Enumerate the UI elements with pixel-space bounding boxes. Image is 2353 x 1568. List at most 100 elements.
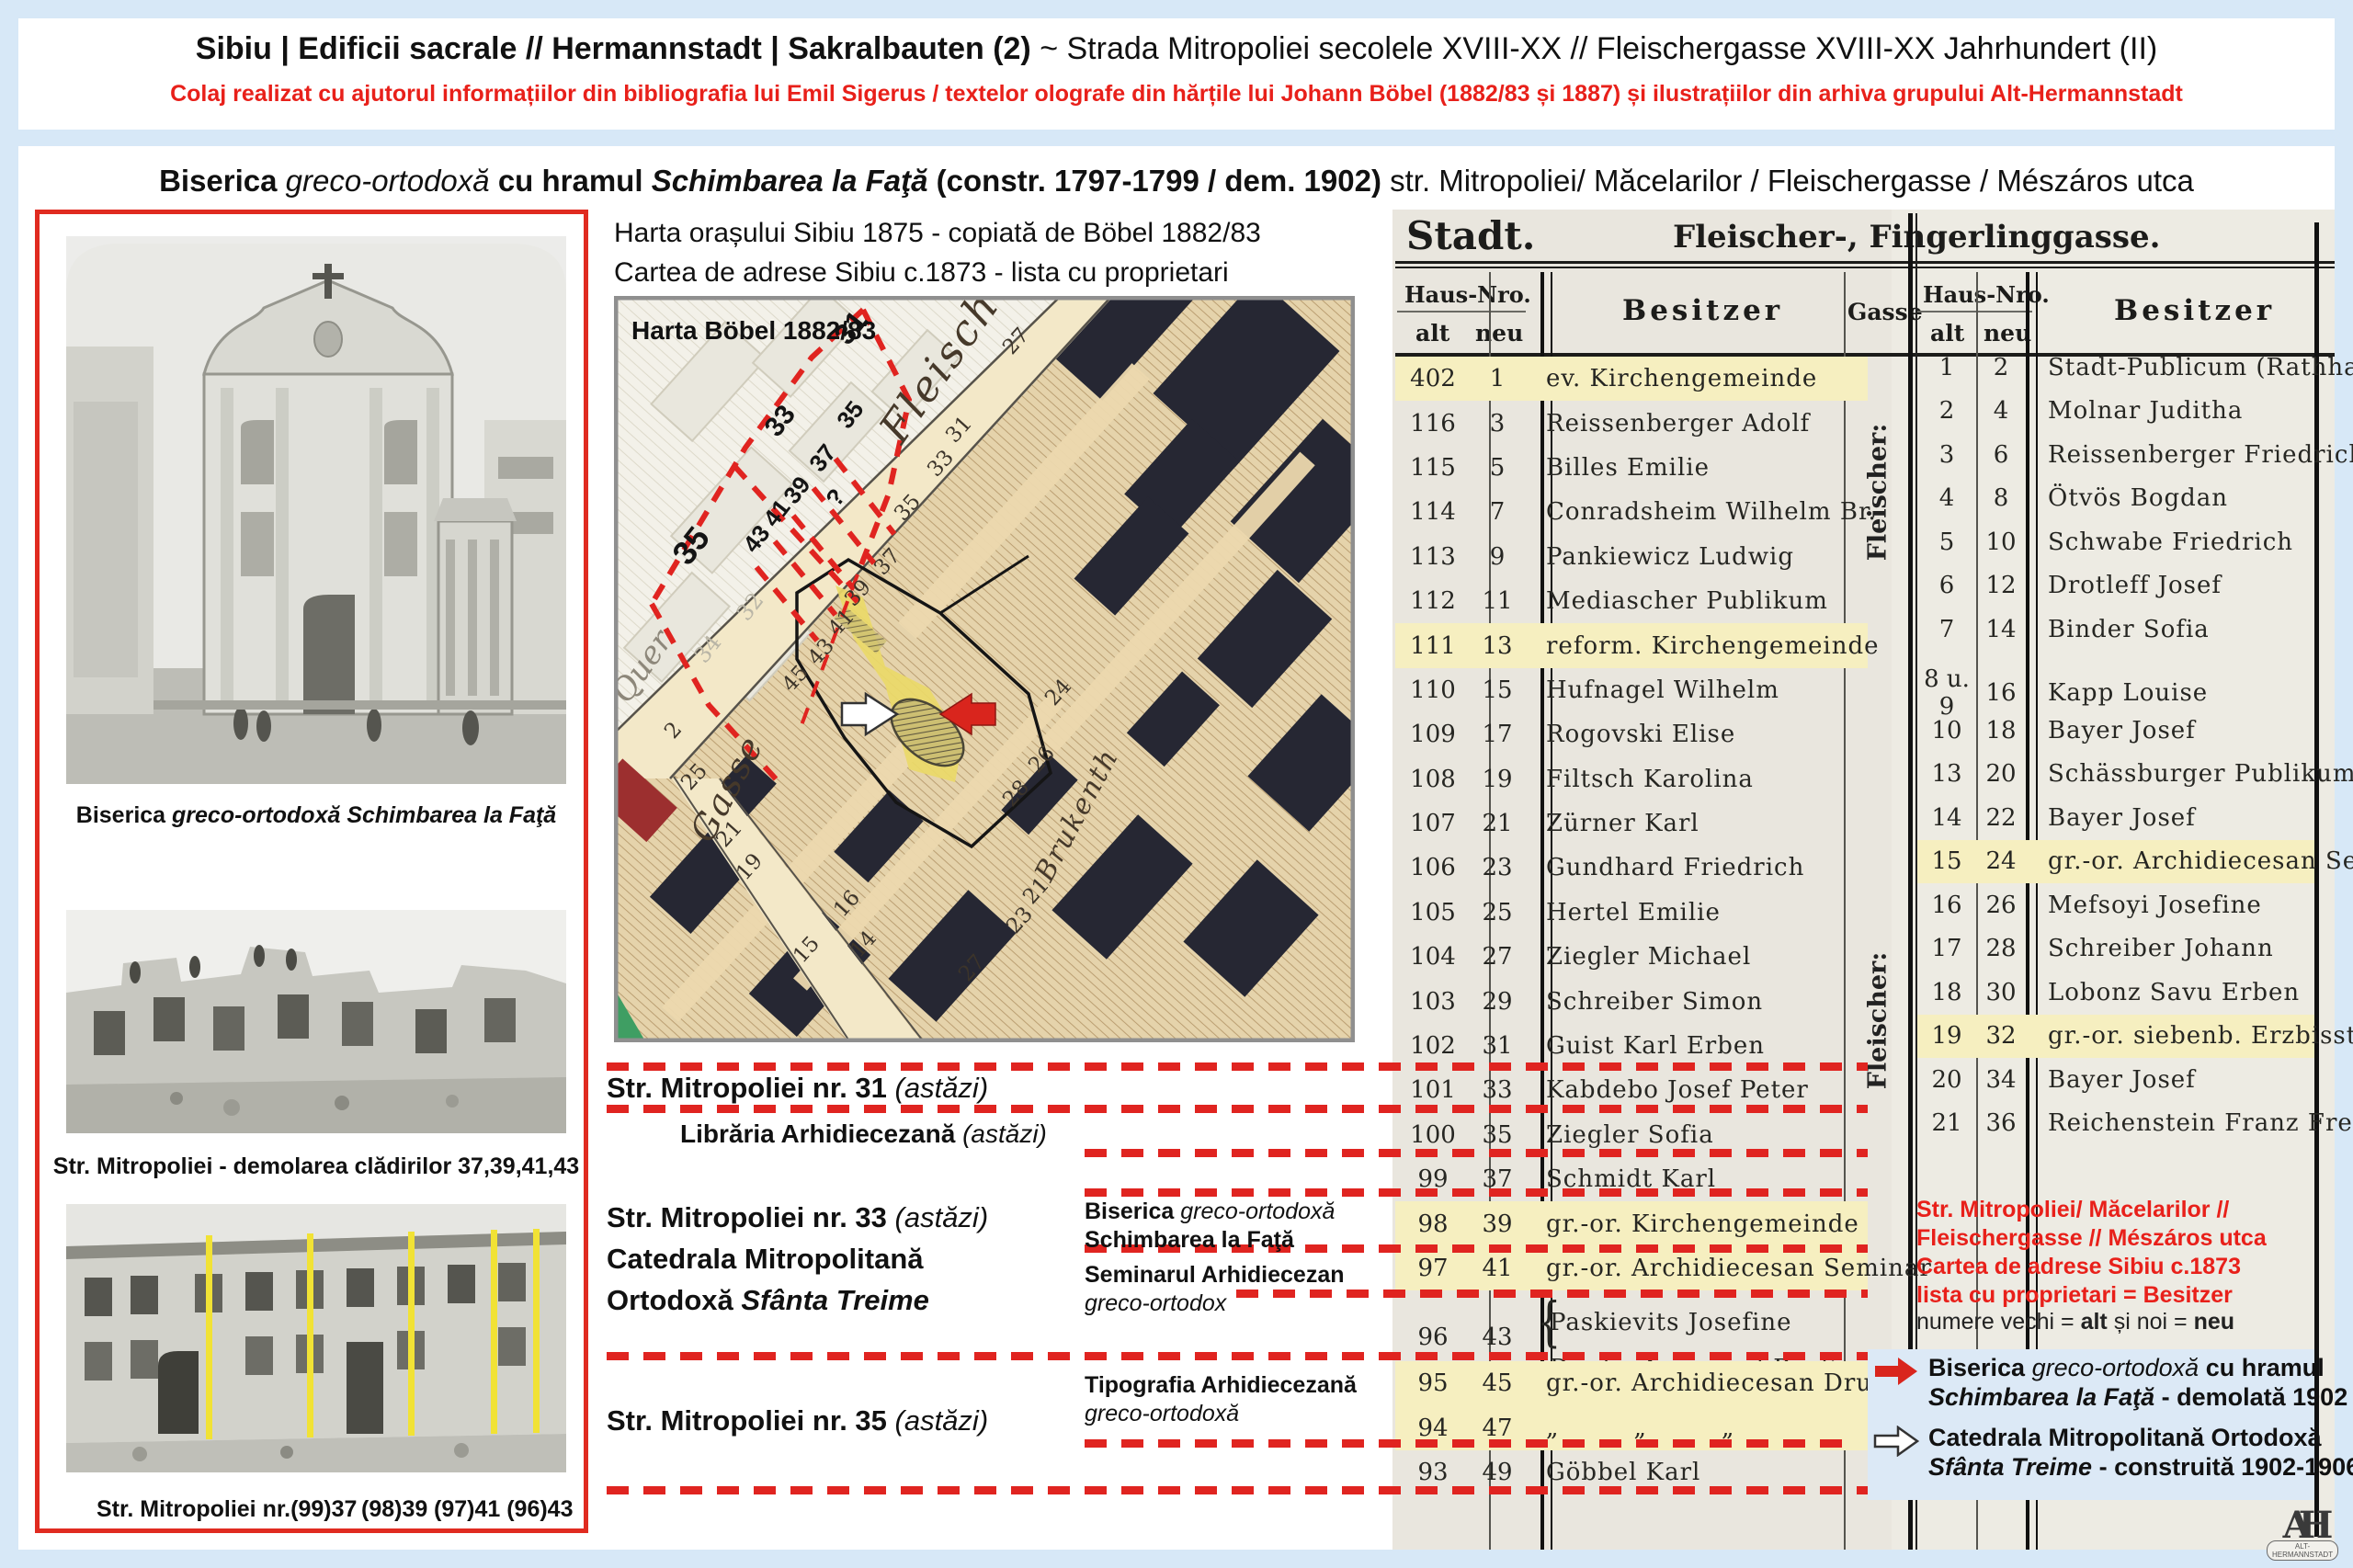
annotation-str31: Str. Mitropoliei nr. 31 (astăzi): [607, 1072, 988, 1105]
house-number-new: 13: [1471, 632, 1524, 660]
dashed-line-35row: [1085, 1149, 1868, 1157]
gasse-vertical-label-1: Fleischer:: [1864, 415, 1893, 571]
table-row: 15 24 gr.-or. Archidiecesan Seminar: [1917, 840, 2314, 884]
table-row: 109 17 Rogovski Elise: [1395, 712, 1868, 756]
table-row: 116 3 Reissenberger Adolf: [1395, 401, 1868, 445]
table-row: 115 5 Billes Emilie: [1395, 446, 1868, 490]
house-number-old: 6: [1917, 572, 1976, 599]
street-names-note: Str. Mitropoliei/ Măcelarilor // Fleisch…: [1916, 1196, 2267, 1310]
map-intro-line2: Cartea de adrese Sibiu c.1873 - lista cu…: [614, 253, 1261, 292]
house-number-old: 93: [1395, 1459, 1471, 1486]
house-number-new: 15: [1471, 676, 1524, 704]
owner-name: Schässburger Publikum: [2026, 760, 2353, 788]
owner-name: Reichenstein Franz Freiherr: [2026, 1109, 2353, 1137]
house-number-new: 23: [1471, 854, 1524, 881]
photo-street-row: [66, 1204, 566, 1472]
annotation-biserica: Biserica greco-ortodoxă Schimbarea la Fa…: [1085, 1198, 1335, 1255]
house-number-new: 5: [1471, 454, 1524, 482]
house-number-new: 47: [1471, 1415, 1524, 1442]
owner-name: Mefsoyi Josefine: [2026, 892, 2314, 919]
owner-name: Zürner Karl: [1524, 810, 1868, 837]
owner-name: Mediascher Publikum: [1524, 587, 1868, 615]
owner-name: „ „ „: [1524, 1415, 1868, 1442]
table-row: 111 13 reform. Kirchengemeinde: [1395, 623, 1868, 667]
house-number-new: 19: [1471, 766, 1524, 793]
photo-church-caption: Biserica greco-ortodoxă Schimbarea la Fa…: [40, 802, 593, 829]
map-intro: Harta orașului Sibiu 1875 - copiată de B…: [614, 213, 1261, 292]
owner-name: Binder Sofia: [2026, 616, 2314, 643]
dashed-line-31-bottom: [607, 1105, 1868, 1113]
house-number-new: 8: [1976, 484, 2026, 512]
house-number-old: 4: [1917, 484, 1976, 512]
house-number-new: 45: [1471, 1369, 1524, 1397]
photo-street-caption: Str. Mitropoliei nr.(99)37 (98)39 (97)41…: [40, 1496, 593, 1529]
house-number-old: 116: [1395, 410, 1471, 437]
table-row: 112 11 Mediascher Publikum: [1395, 579, 1868, 623]
col-hausnro-left: Haus-Nro.: [1404, 281, 1531, 308]
owner-name: Gundhard Friedrich: [1524, 854, 1868, 881]
house-number-new: 35: [1471, 1121, 1524, 1149]
owner-name: gr.-or. Archidiecesan Seminar: [2026, 847, 2353, 875]
table-row: 97 41 gr.-or. Archidiecesan Seminar: [1395, 1246, 1868, 1290]
table-row: 20 34 Bayer Josef: [1917, 1058, 2314, 1102]
annotation-str35: Str. Mitropoliei nr. 35 (astăzi): [607, 1404, 988, 1437]
house-number-new: 14: [1976, 616, 2026, 643]
house-number-old: 103: [1395, 988, 1471, 1016]
house-number-new: 7: [1471, 498, 1524, 526]
annotation-tipografia: Tipografia Arhidiecezană greco-ortodoxă: [1085, 1371, 1357, 1428]
house-number-new: 34: [1976, 1066, 2026, 1094]
divider-band: [18, 130, 2335, 146]
owner-name: Guist Karl Erben: [1524, 1032, 1868, 1060]
house-number-old: 7: [1917, 616, 1976, 643]
table-row: 3 6 Reissenberger Friedrich: [1917, 433, 2314, 477]
house-number-old: 21: [1917, 1109, 1976, 1137]
table-row: 2 4 Molnar Juditha: [1917, 390, 2314, 434]
house-number-old: 102: [1395, 1032, 1471, 1060]
left-table-rows: 402 1 ev. Kirchengemeinde 116 3 Reissenb…: [1395, 357, 1868, 1494]
house-number-old: 18: [1917, 979, 1976, 1006]
house-number-old: 100: [1395, 1121, 1471, 1149]
table-row: 6 12 Drotleff Josef: [1917, 564, 2314, 608]
owner-name: Billes Emilie: [1524, 454, 1868, 482]
table-row: 113 9 Pankiewicz Ludwig: [1395, 535, 1868, 579]
col-besitzer-right: Besitzer: [2114, 294, 2275, 327]
house-number-new: 30: [1976, 979, 2026, 1006]
house-number-old: 96: [1395, 1324, 1471, 1351]
owner-name: reform. Kirchengemeinde: [1524, 632, 1879, 660]
house-number-new: 36: [1976, 1109, 2026, 1137]
owner-name: Schreiber Johann: [2026, 935, 2314, 962]
table-row: 4 8 Ötvös Bogdan: [1917, 477, 2314, 521]
alt-neu-note: numere vechi = alt și noi = neu: [1916, 1309, 2234, 1335]
house-number-old: 95: [1395, 1369, 1471, 1397]
table-row: 105 25 Hertel Emilie: [1395, 891, 1868, 935]
city-map: 31 33 35 37 39 41 43 ? 35 34 32 37 39 41…: [614, 296, 1355, 1042]
owner-name: Reissenberger Friedrich: [2026, 441, 2353, 469]
house-number-old: 110: [1395, 676, 1471, 704]
dashed-line-45row: [1085, 1439, 1847, 1448]
house-number-old: 113: [1395, 543, 1471, 571]
dashed-line-37row: [1085, 1188, 1868, 1197]
house-number-new: 9: [1471, 543, 1524, 571]
house-number-old: 111: [1395, 632, 1471, 660]
table-row: 103 29 Schreiber Simon: [1395, 979, 1868, 1023]
house-number-old: 13: [1917, 760, 1976, 788]
table-row: 13 20 Schässburger Publikum: [1917, 753, 2314, 797]
owner-name: Pankiewicz Ludwig: [1524, 543, 1868, 571]
house-number-new: 29: [1471, 988, 1524, 1016]
gasse-vertical-label-2: Fleischer:: [1864, 943, 1893, 1099]
table-title-stadt: Stadt.: [1406, 213, 1535, 258]
house-number-old: 105: [1395, 899, 1471, 926]
house-number-new: 25: [1471, 899, 1524, 926]
house-number-old: 16: [1917, 892, 1976, 919]
legend-white-arrow-icon: [1873, 1426, 1919, 1457]
house-number-old: 114: [1395, 498, 1471, 526]
house-number-old: 109: [1395, 721, 1471, 748]
photo-panel: Biserica greco-ortodoxă Schimbarea la Fa…: [35, 210, 588, 1533]
table-row: 107 21 Zürner Karl: [1395, 801, 1868, 846]
table-row: 110 15 Hufnagel Wilhelm: [1395, 668, 1868, 712]
table-row: 402 1 ev. Kirchengemeinde: [1395, 357, 1868, 401]
table-row: 106 23 Gundhard Friedrich: [1395, 846, 1868, 890]
house-number-new: 11: [1471, 587, 1524, 615]
house-number-new: 41: [1471, 1255, 1524, 1282]
house-number-old: 402: [1395, 365, 1471, 392]
